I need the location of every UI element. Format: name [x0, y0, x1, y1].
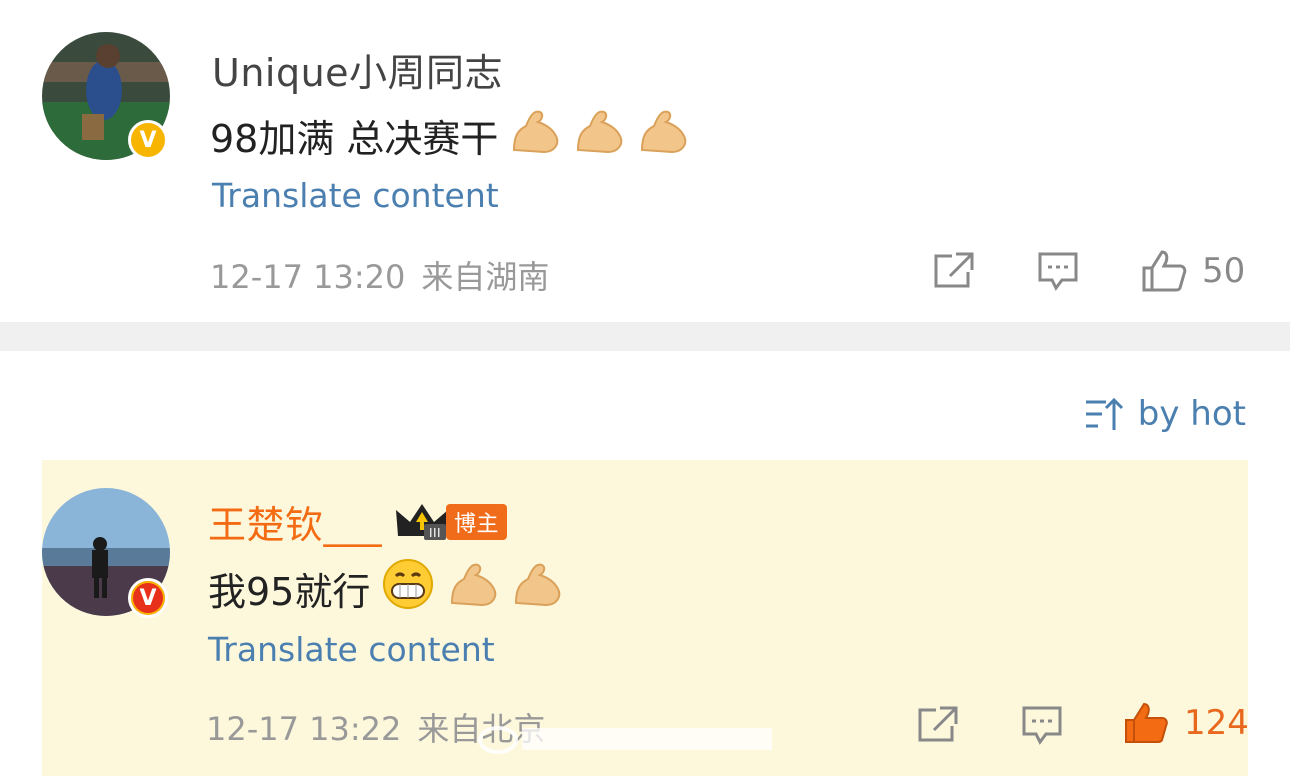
share-button[interactable] [932, 250, 976, 290]
flexed-biceps-icon [636, 106, 690, 165]
grinning-face-icon [380, 558, 436, 619]
post-card: V Unique小周同志 98加满 总决赛干 Translate content… [0, 0, 1290, 322]
like-button[interactable]: 50 [1140, 248, 1245, 294]
comment-button[interactable] [1036, 250, 1080, 292]
flexed-biceps-icon [446, 559, 500, 618]
host-badge: III 博主 [394, 502, 508, 542]
sort-label: by hot [1137, 394, 1246, 434]
post-location: 来自湖南 [421, 258, 550, 296]
watermark-overlay [474, 710, 784, 754]
post-username[interactable]: Unique小周同志 [212, 42, 503, 97]
comment-button[interactable] [1020, 704, 1064, 746]
thumbs-up-icon [1142, 250, 1187, 292]
comment-text: 我95就行 [208, 558, 564, 619]
post-meta: 12-17 13:20 来自湖南 [210, 252, 549, 298]
like-count: 124 [1184, 703, 1249, 743]
share-icon [934, 252, 974, 288]
flexed-biceps-icon [508, 106, 562, 165]
post-text: 98加满 总决赛干 [210, 106, 690, 165]
section-divider [0, 322, 1290, 351]
share-button[interactable] [916, 704, 960, 744]
verified-badge: V [128, 120, 168, 160]
translate-link[interactable]: Translate content [212, 176, 499, 215]
share-icon [918, 706, 958, 742]
like-button[interactable]: 124 [1122, 700, 1249, 746]
rank-label: III [429, 526, 441, 540]
comment-icon [1022, 706, 1062, 745]
thumbs-up-icon [1125, 702, 1168, 743]
crown-icon: III [396, 503, 449, 540]
like-count: 50 [1202, 251, 1246, 291]
flexed-biceps-icon [572, 106, 626, 165]
translate-link[interactable]: Translate content [208, 630, 495, 669]
comment-username-text: 王楚钦___ [208, 503, 383, 547]
flexed-biceps-icon [510, 559, 564, 618]
comment-text-content: 我95就行 [208, 570, 371, 614]
post-time: 12-17 13:20 [210, 258, 406, 296]
comment-username[interactable]: 王楚钦___ III 博主 [208, 494, 508, 549]
sort-icon [1085, 397, 1123, 430]
sort-toggle[interactable]: by hot [1084, 394, 1246, 434]
comment-time: 12-17 13:22 [206, 710, 402, 748]
post-text-content: 98加满 总决赛干 [210, 117, 499, 161]
host-tag: 博主 [446, 503, 508, 540]
verified-badge: V [128, 578, 168, 618]
comment-icon [1038, 252, 1078, 291]
